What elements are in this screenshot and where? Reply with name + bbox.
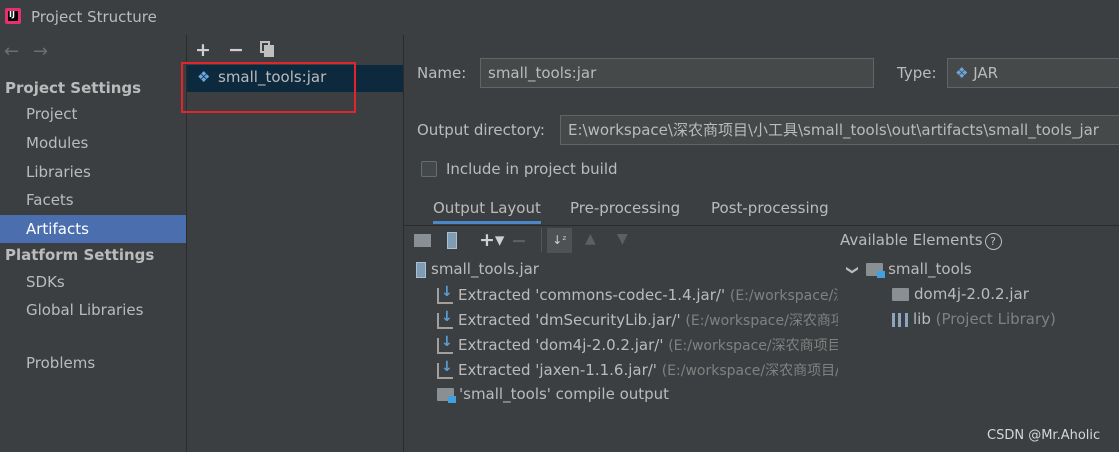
layout-item-label: Extracted 'dom4j-2.0.2.jar/' xyxy=(458,336,664,354)
folder-icon xyxy=(892,288,909,301)
highlight-annotation-box xyxy=(181,62,356,113)
module-folder-icon xyxy=(866,263,886,278)
layout-item-hint: (E:/workspace/深农商项目/ xyxy=(661,363,840,379)
layout-tree-root[interactable]: small_tools.jar xyxy=(416,260,539,278)
help-icon[interactable]: ? xyxy=(984,233,1002,250)
include-in-build-checkbox[interactable] xyxy=(421,161,437,177)
library-icon xyxy=(892,312,908,327)
layout-tree-root-label: small_tools.jar xyxy=(431,260,539,278)
add-artifact-button[interactable]: + xyxy=(195,39,211,61)
settings-nav: ← → Project Settings Project Modules Lib… xyxy=(0,35,187,452)
jar-archive-icon xyxy=(416,261,426,278)
artifact-details: Name: small_tools:jar Type: ❖ JAR Output… xyxy=(404,35,1119,452)
artifact-type-value: JAR xyxy=(973,64,999,82)
tab-divider xyxy=(404,225,1119,226)
new-directory-icon[interactable] xyxy=(414,234,431,247)
project-settings-header: Project Settings xyxy=(5,79,142,97)
layout-tree-item[interactable]: Extracted 'dmSecurityLib.jar/' (E:/works… xyxy=(437,309,845,330)
remove-element-button[interactable]: − xyxy=(511,230,527,252)
extracted-archive-icon xyxy=(437,359,453,379)
available-tree-item[interactable]: lib (Project Library) xyxy=(892,310,1056,328)
remove-artifact-button[interactable]: − xyxy=(228,39,244,61)
add-element-button[interactable]: +▾ xyxy=(479,229,504,251)
extracted-archive-icon xyxy=(437,284,453,304)
layout-item-label: 'small_tools' compile output xyxy=(459,385,670,403)
artifacts-list-panel: + − ❖ small_tools:jar xyxy=(181,35,404,452)
layout-item-hint: (E:/workspace/深 xyxy=(729,288,848,304)
intellij-logo-icon: IJ xyxy=(5,8,21,24)
tab-post-processing[interactable]: Post-processing xyxy=(711,199,829,217)
nav-item-libraries[interactable]: Libraries xyxy=(0,158,186,186)
arrow-right-icon[interactable]: → xyxy=(33,41,48,62)
sort-elements-icon[interactable]: ↓ᶻ xyxy=(547,228,572,253)
module-output-folder-icon xyxy=(437,388,456,403)
toolbar-separator xyxy=(541,228,542,252)
type-label: Type: xyxy=(897,64,937,82)
extracted-archive-icon xyxy=(437,334,453,354)
nav-item-project[interactable]: Project xyxy=(0,100,186,128)
move-down-icon[interactable]: ▼ xyxy=(617,231,628,247)
include-in-build-label: Include in project build xyxy=(446,160,618,178)
layout-item-label: Extracted 'jaxen-1.1.6.jar/' xyxy=(458,361,657,379)
output-directory-label: Output directory: xyxy=(417,121,545,139)
create-archive-icon[interactable] xyxy=(447,232,457,249)
nav-item-artifacts[interactable]: Artifacts xyxy=(0,215,186,243)
layout-tree-item[interactable]: Extracted 'dom4j-2.0.2.jar/' (E:/workspa… xyxy=(437,334,842,355)
layout-tree-item[interactable]: Extracted 'commons-codec-1.4.jar/' (E:/w… xyxy=(437,284,848,305)
nav-item-global-libraries[interactable]: Global Libraries xyxy=(0,296,186,324)
layout-item-hint: (E:/workspace/深农商项 xyxy=(685,313,845,329)
tab-pre-processing[interactable]: Pre-processing xyxy=(570,199,680,217)
layout-tree-item[interactable]: 'small_tools' compile output xyxy=(437,385,669,403)
artifact-type-select[interactable]: ❖ JAR xyxy=(947,58,1119,88)
layout-tree-item[interactable]: Extracted 'jaxen-1.1.6.jar/' (E:/workspa… xyxy=(437,359,840,380)
nav-item-problems[interactable]: Problems xyxy=(0,349,186,377)
nav-item-facets[interactable]: Facets xyxy=(0,186,186,214)
available-tree-root[interactable]: ❯ small_tools xyxy=(846,260,972,278)
layout-item-label: Extracted 'dmSecurityLib.jar/' xyxy=(458,311,681,329)
available-elements-header: Available Elements? xyxy=(840,231,1002,250)
nav-item-modules[interactable]: Modules xyxy=(0,129,186,157)
available-elements-title: Available Elements xyxy=(840,231,983,249)
tab-output-layout[interactable]: Output Layout xyxy=(433,199,541,224)
output-directory-input[interactable]: E:\workspace\深农商项目\小工具\small_tools\out\a… xyxy=(560,115,1119,145)
nav-item-sdks[interactable]: SDKs xyxy=(0,268,186,296)
name-label: Name: xyxy=(417,64,467,82)
move-up-icon[interactable]: ▲ xyxy=(585,231,596,247)
available-tree-item[interactable]: dom4j-2.0.2.jar xyxy=(892,285,1029,303)
window-title: Project Structure xyxy=(31,8,157,26)
arrow-left-icon[interactable]: ← xyxy=(4,41,19,62)
watermark-text: CSDN @Mr.Aholic xyxy=(987,428,1101,443)
chevron-down-icon[interactable]: ❯ xyxy=(846,265,860,275)
available-item-hint: (Project Library) xyxy=(935,310,1056,328)
title-bar: IJ Project Structure xyxy=(0,0,1119,35)
jar-type-icon: ❖ xyxy=(955,64,969,82)
platform-settings-header: Platform Settings xyxy=(5,246,155,264)
available-item-label: dom4j-2.0.2.jar xyxy=(914,285,1029,303)
available-item-label: lib xyxy=(913,310,931,328)
copy-icon[interactable] xyxy=(260,41,274,57)
available-root-label: small_tools xyxy=(888,260,972,278)
artifact-name-input[interactable]: small_tools:jar xyxy=(480,58,874,88)
layout-item-hint: (E:/workspace/深农商项目 xyxy=(668,338,842,354)
extracted-archive-icon xyxy=(437,309,453,329)
layout-item-label: Extracted 'commons-codec-1.4.jar/' xyxy=(458,286,726,304)
